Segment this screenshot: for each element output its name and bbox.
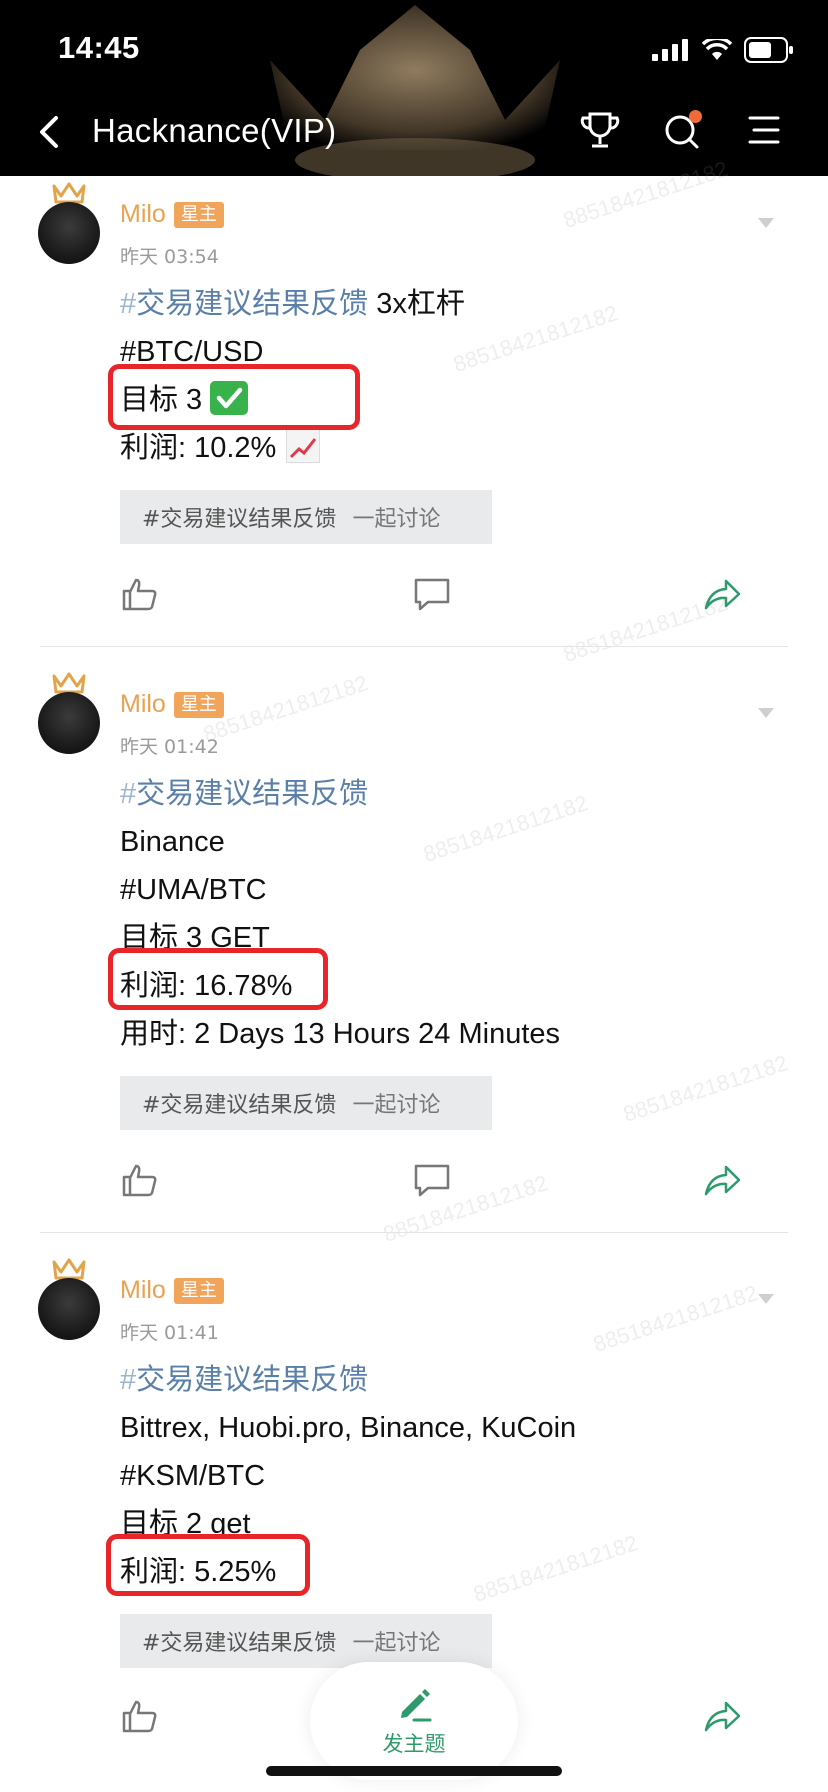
thumbs-up-icon[interactable] bbox=[120, 1696, 160, 1736]
avatar-image bbox=[38, 1278, 100, 1340]
duration-text: 用时: 2 Days 13 Hours 24 Minutes bbox=[120, 1018, 561, 1050]
trophy-icon[interactable] bbox=[580, 108, 620, 152]
chevron-down-icon[interactable] bbox=[756, 216, 776, 230]
compose-button[interactable]: 发主题 bbox=[310, 1662, 518, 1780]
post-line: 利润: 10.2% bbox=[120, 424, 800, 472]
profit-highlight-box bbox=[108, 948, 328, 1010]
comment-icon[interactable] bbox=[412, 574, 452, 614]
compose-label: 发主题 bbox=[382, 1732, 446, 1756]
signal-icon bbox=[652, 39, 688, 61]
thumbs-up-icon[interactable] bbox=[120, 574, 160, 614]
tag-chip[interactable]: #交易建议结果反馈 一起讨论 bbox=[120, 1076, 492, 1130]
crown-icon bbox=[52, 1258, 86, 1280]
tag-chip-label: #交易建议结果反馈 bbox=[142, 1093, 337, 1118]
back-icon[interactable] bbox=[30, 110, 70, 154]
hashtag-suffix: 3x杠杆 bbox=[368, 288, 465, 320]
post-card: Milo 星主 昨天 03:54 #交易建议结果反馈 3x杠杆 #BTC/USD… bbox=[0, 176, 828, 647]
status-time: 14:45 bbox=[58, 30, 140, 65]
crown-icon bbox=[52, 182, 86, 204]
tag-chip-label: #交易建议结果反馈 bbox=[142, 1631, 337, 1656]
battery-icon bbox=[744, 37, 793, 63]
owner-badge: 星主 bbox=[173, 201, 224, 228]
menu-icon[interactable] bbox=[744, 108, 784, 152]
post-line: Binance bbox=[120, 826, 225, 858]
tag-chip[interactable]: #交易建议结果反馈 一起讨论 bbox=[120, 490, 492, 544]
chart-increasing-icon bbox=[286, 429, 321, 463]
hashtag-link[interactable]: #交易建议结果反馈 bbox=[120, 778, 368, 810]
post-hashtag-line: #交易建议结果反馈 3x杠杆 bbox=[120, 280, 800, 328]
post-content: #交易建议结果反馈 Binance #UMA/BTC 目标 3 GET 利润: … bbox=[120, 770, 800, 1058]
nav-actions bbox=[580, 108, 784, 152]
page-title: Hacknance(VIP) bbox=[92, 112, 337, 149]
search-button[interactable] bbox=[662, 108, 702, 152]
chevron-down-icon[interactable] bbox=[756, 706, 776, 720]
share-icon[interactable] bbox=[702, 1160, 742, 1200]
post-line: #KSM/BTC bbox=[120, 1460, 266, 1492]
tag-chip-label: #交易建议结果反馈 bbox=[142, 507, 337, 532]
app-header: 14:45 Hacknance(VIP) bbox=[0, 0, 828, 176]
discuss-label: 一起讨论 bbox=[352, 507, 441, 532]
author-name[interactable]: Milo bbox=[120, 1276, 166, 1305]
status-icons bbox=[652, 36, 794, 64]
thumbs-up-icon[interactable] bbox=[120, 1160, 160, 1200]
post-time: 昨天 03:54 bbox=[120, 246, 219, 268]
post-card: Milo 星主 昨天 01:42 #交易建议结果反馈 Binance #UMA/… bbox=[0, 646, 828, 1233]
hashtag-link[interactable]: #交易建议结果反馈 bbox=[120, 288, 368, 320]
share-icon[interactable] bbox=[702, 1696, 742, 1736]
profit-highlight-box bbox=[106, 1534, 310, 1596]
chevron-down-icon[interactable] bbox=[756, 1292, 776, 1306]
post-hashtag-line: #交易建议结果反馈 bbox=[120, 1356, 800, 1404]
post-actions bbox=[0, 574, 828, 614]
post-time: 昨天 01:41 bbox=[120, 1322, 219, 1344]
comment-icon[interactable] bbox=[412, 1160, 452, 1200]
author-row: Milo 星主 bbox=[120, 200, 224, 229]
hashtag-link[interactable]: #交易建议结果反馈 bbox=[120, 1364, 368, 1396]
owner-badge: 星主 bbox=[173, 691, 224, 718]
avatar[interactable] bbox=[38, 182, 102, 272]
author-name[interactable]: Milo bbox=[120, 690, 166, 719]
author-row: Milo 星主 bbox=[120, 1276, 224, 1305]
author-name[interactable]: Milo bbox=[120, 200, 166, 229]
post-actions bbox=[0, 1160, 828, 1200]
post-feed: 88518421812182 88518421812182 8851842181… bbox=[0, 156, 828, 1733]
share-icon[interactable] bbox=[702, 574, 742, 614]
post-line: #UMA/BTC bbox=[120, 874, 267, 906]
pencil-icon bbox=[401, 1689, 432, 1722]
avatar[interactable] bbox=[38, 1258, 102, 1348]
post-line: Bittrex, Huobi.pro, Binance, KuCoin bbox=[120, 1412, 577, 1444]
discuss-label: 一起讨论 bbox=[352, 1631, 441, 1656]
profit-highlight-box bbox=[108, 364, 360, 430]
avatar[interactable] bbox=[38, 672, 102, 762]
avatar-image bbox=[38, 692, 100, 754]
home-indicator bbox=[266, 1766, 562, 1776]
tag-chip[interactable]: #交易建议结果反馈 一起讨论 bbox=[120, 1614, 492, 1668]
author-row: Milo 星主 bbox=[120, 690, 224, 719]
profit-text: 利润: 10.2% bbox=[120, 432, 277, 464]
post-time: 昨天 01:42 bbox=[120, 736, 219, 758]
discuss-label: 一起讨论 bbox=[352, 1093, 441, 1118]
owner-badge: 星主 bbox=[173, 1277, 224, 1304]
crown-icon bbox=[52, 672, 86, 694]
post-hashtag-line: #交易建议结果反馈 bbox=[120, 770, 800, 818]
avatar-image bbox=[38, 202, 100, 264]
wifi-icon bbox=[702, 39, 732, 60]
notification-dot bbox=[689, 110, 702, 123]
